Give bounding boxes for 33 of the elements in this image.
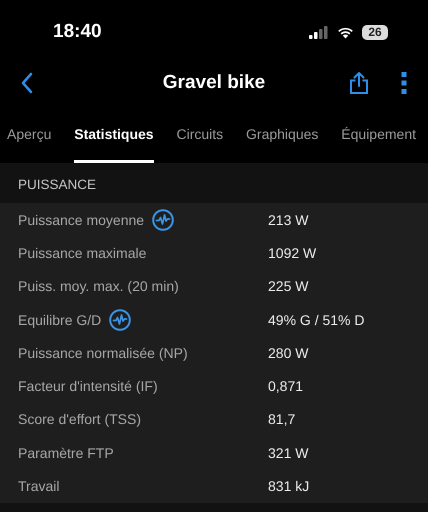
stat-value: 0,871 [268,378,304,394]
stat-label: Travail [18,478,60,494]
back-icon[interactable] [20,72,34,94]
stat-label: Puiss. moy. max. (20 min) [18,278,179,294]
screen-title: Gravel bike [162,72,266,94]
stat-label: Score d'effort (TSS) [18,411,142,428]
battery-level: 26 [362,24,388,40]
stat-value: 225 W [268,278,308,294]
wifi-icon [337,26,354,38]
waveform-icon[interactable] [109,308,132,331]
stat-value: 213 W [268,212,308,228]
tab[interactable]: Équipement [341,105,416,163]
stat-value: 280 W [268,344,308,361]
stat-label: Equilibre G/D [18,312,102,328]
stat-label: Puissance maximale [18,244,146,261]
stat-label: Facteur d'intensité (IF) [18,378,158,394]
tab[interactable]: Graphiques [246,105,318,163]
stat-value: 49% G / 51% D [268,312,364,328]
signal-icon [309,26,329,38]
stat-value: 81,7 [268,411,296,428]
clock-time: 18:40 [53,21,103,43]
tab[interactable]: Circuits [176,105,224,163]
stat-value: 831 kJ [268,478,310,494]
more-icon[interactable] [401,72,407,94]
tab[interactable]: Aperçu [7,105,52,163]
stat-label: Puissance normalisée (NP) [18,344,188,361]
share-icon[interactable] [349,70,369,94]
stat-value: 321 W [268,444,308,461]
stat-label: Paramètre FTP [18,444,114,461]
waveform-icon[interactable] [152,208,174,231]
section-header: PUISSANCE [17,176,98,194]
stat-label: Puissance moyenne [18,212,144,228]
stat-value: 1092 W [268,244,316,261]
